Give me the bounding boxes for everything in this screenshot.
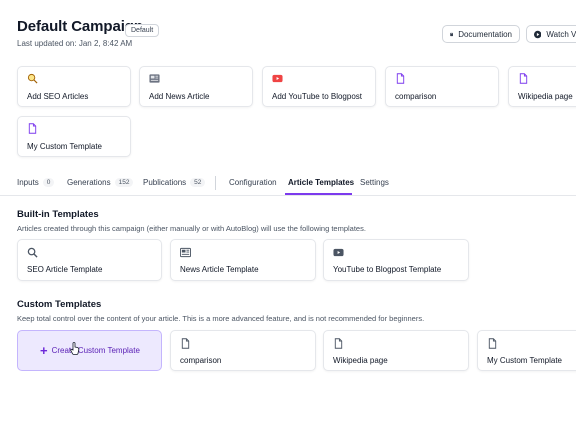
- youtube-icon: [272, 74, 283, 83]
- sparkle-search-icon: [27, 73, 38, 84]
- card-label: Add News Article: [149, 92, 210, 101]
- comparison-card[interactable]: comparison: [385, 66, 499, 107]
- my-custom-template-template-card[interactable]: My Custom Template: [477, 330, 576, 371]
- card-label: SEO Article Template: [27, 265, 103, 274]
- document-icon: [488, 338, 497, 349]
- hand-cursor-icon: [70, 342, 80, 355]
- seo-article-template-card[interactable]: SEO Article Template: [17, 239, 162, 281]
- comparison-template-card[interactable]: comparison: [170, 330, 316, 371]
- tabs-border: [0, 195, 576, 196]
- add-seo-articles-card[interactable]: Add SEO Articles: [17, 66, 131, 107]
- tab-inputs[interactable]: Inputs 0: [17, 178, 55, 187]
- card-label: Add SEO Articles: [27, 92, 89, 101]
- document-icon: [181, 338, 190, 349]
- tab-count-badge: 152: [114, 178, 134, 187]
- youtube-icon: [333, 248, 344, 257]
- tab-divider: [215, 176, 216, 190]
- tab-publications[interactable]: Publications 52: [143, 178, 206, 187]
- tab-label: Publications: [143, 178, 187, 187]
- custom-templates-heading: Custom Templates: [17, 299, 102, 310]
- create-custom-template-label: Create Custom Template: [51, 346, 140, 355]
- card-label: comparison: [180, 356, 222, 365]
- add-news-article-card[interactable]: Add News Article: [139, 66, 253, 107]
- document-icon: [519, 73, 528, 84]
- tab-configuration[interactable]: Configuration: [229, 178, 277, 187]
- newspaper-icon: [149, 74, 160, 83]
- my-custom-template-card[interactable]: My Custom Template: [17, 116, 131, 157]
- tab-label: Article Templates: [288, 178, 355, 187]
- card-label: My Custom Template: [487, 356, 562, 365]
- document-icon: [28, 123, 37, 134]
- documentation-button[interactable]: Documentation: [442, 25, 520, 43]
- document-icon: [334, 338, 343, 349]
- builtin-templates-description: Articles created through this campaign (…: [17, 224, 366, 233]
- create-custom-template-button[interactable]: + Create Custom Template: [17, 330, 162, 371]
- active-tab-indicator: [285, 193, 352, 195]
- documentation-label: Documentation: [458, 29, 512, 39]
- youtube-to-blogpost-template-card[interactable]: YouTube to Blogpost Template: [323, 239, 469, 281]
- custom-templates-description: Keep total control over the content of y…: [17, 314, 425, 323]
- wikipedia-page-card[interactable]: Wikipedia page: [508, 66, 576, 107]
- watch-video-label: Watch Vi: [546, 29, 576, 39]
- search-icon: [27, 247, 38, 258]
- card-label: comparison: [395, 92, 437, 101]
- tab-count-badge: 0: [42, 178, 55, 187]
- card-label: My Custom Template: [27, 142, 102, 151]
- add-youtube-to-blogpost-card[interactable]: Add YouTube to Blogpost: [262, 66, 376, 107]
- news-article-template-card[interactable]: News Article Template: [170, 239, 316, 281]
- newspaper-icon: [180, 247, 191, 258]
- play-circle-icon: [534, 30, 542, 38]
- card-label: Wikipedia page: [518, 92, 573, 101]
- builtin-templates-heading: Built-in Templates: [17, 209, 99, 220]
- tab-label: Settings: [360, 178, 389, 187]
- watch-video-button[interactable]: Watch Vi: [526, 25, 576, 43]
- document-icon: [396, 73, 405, 84]
- plus-icon: +: [40, 343, 48, 358]
- tab-label: Inputs: [17, 178, 39, 187]
- tab-settings[interactable]: Settings: [360, 178, 389, 187]
- tab-label: Configuration: [229, 178, 277, 187]
- book-icon: [450, 32, 453, 36]
- tab-generations[interactable]: Generations 152: [67, 178, 134, 187]
- card-label: Wikipedia page: [333, 356, 388, 365]
- tab-label: Generations: [67, 178, 111, 187]
- tab-article-templates[interactable]: Article Templates: [288, 178, 354, 187]
- tab-count-badge: 52: [190, 178, 206, 187]
- card-label: Add YouTube to Blogpost: [272, 92, 362, 101]
- default-badge: Default: [125, 24, 160, 37]
- last-updated-text: Last updated on: Jan 2, 8:42 AM: [17, 39, 133, 48]
- card-label: News Article Template: [180, 265, 259, 274]
- wikipedia-page-template-card[interactable]: Wikipedia page: [323, 330, 469, 371]
- card-label: YouTube to Blogpost Template: [333, 265, 442, 274]
